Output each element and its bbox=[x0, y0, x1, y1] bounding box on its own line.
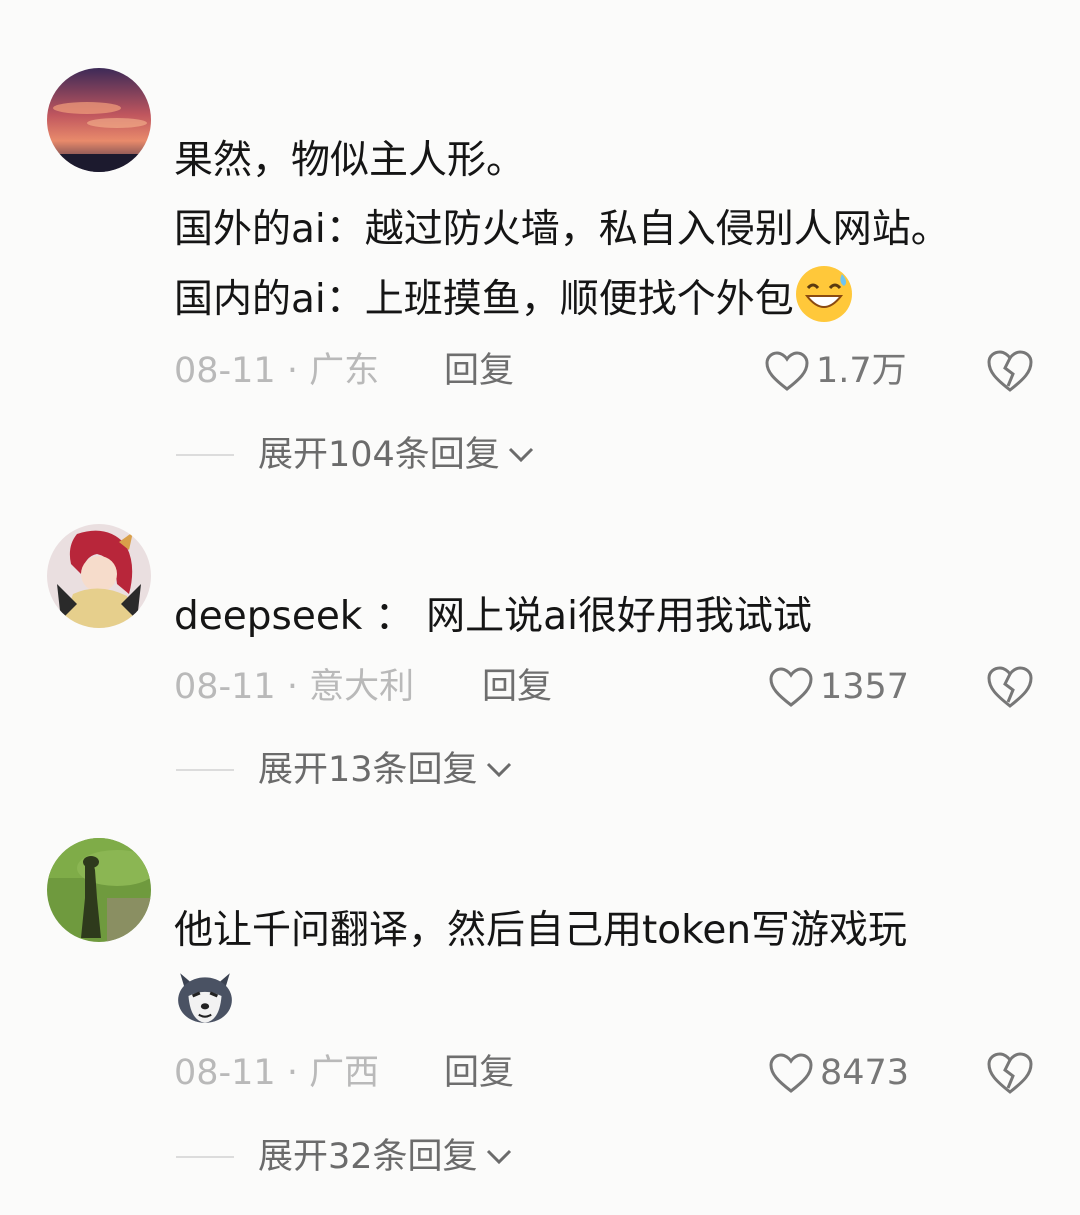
heart-outline-icon bbox=[769, 1053, 813, 1093]
avatar[interactable] bbox=[47, 838, 151, 942]
comment-meta: 08-11 · 广西 回复 8473 bbox=[174, 1048, 1034, 1098]
comment-location: · 广东 bbox=[286, 351, 380, 391]
broken-heart-icon bbox=[987, 666, 1033, 708]
expand-replies-button[interactable]: 展开104条回复 bbox=[176, 430, 536, 480]
comment-meta: 08-11 · 广东 回复 1.7万 bbox=[174, 346, 1034, 396]
heart-outline-icon bbox=[769, 667, 813, 707]
grinning-sweat-emoji bbox=[795, 266, 852, 322]
comment-date: 08-11 bbox=[174, 667, 276, 707]
comment-date-location: 08-11 · 广西 bbox=[174, 1048, 379, 1098]
broken-heart-icon bbox=[987, 350, 1033, 392]
expand-replies-label: 展开13条回复 bbox=[258, 750, 478, 790]
like-button[interactable]: 1357 bbox=[768, 662, 909, 712]
expand-replies-label: 展开32条回复 bbox=[258, 1137, 478, 1177]
reply-button[interactable]: 回复 bbox=[444, 1048, 514, 1098]
comment-line-wrap bbox=[174, 965, 1054, 1040]
like-count: 1357 bbox=[820, 667, 910, 707]
comment-line: deepseek ： 网上说ai很好用我试试 bbox=[174, 594, 812, 639]
divider bbox=[176, 769, 234, 771]
comment-date: 08-11 bbox=[174, 351, 276, 391]
reply-button[interactable]: 回复 bbox=[482, 662, 552, 712]
like-button[interactable]: 8473 bbox=[768, 1048, 909, 1098]
avatar[interactable] bbox=[47, 524, 151, 628]
comment-body: 他让千问翻译，然后自己用token写游戏玩 bbox=[174, 896, 1054, 1040]
divider bbox=[176, 454, 234, 456]
comment-line-wrap: 国内的ai：上班摸鱼，顺便找个外包 bbox=[174, 264, 1054, 333]
comment-date-location: 08-11 · 广东 bbox=[174, 346, 379, 396]
divider bbox=[176, 1156, 234, 1158]
husky-dog-emoji bbox=[178, 973, 232, 1023]
heart-outline-icon bbox=[765, 351, 809, 391]
like-count: 1.7万 bbox=[816, 351, 907, 391]
comment-body: 果然，物似主人形。 国外的ai：越过防火墙，私自入侵别人网站。 国内的ai：上班… bbox=[174, 126, 1054, 333]
chevron-down-icon bbox=[486, 1149, 511, 1165]
like-count: 8473 bbox=[820, 1053, 910, 1093]
comment-body: deepseek ： 网上说ai很好用我试试 bbox=[174, 582, 1054, 651]
comment-meta: 08-11 · 意大利 回复 1357 bbox=[174, 662, 1034, 712]
chevron-down-icon bbox=[486, 762, 511, 778]
comment-date: 08-11 bbox=[174, 1053, 276, 1093]
comment-line: 国外的ai：越过防火墙，私自入侵别人网站。 bbox=[174, 207, 950, 252]
expand-replies-label: 展开104条回复 bbox=[258, 435, 500, 475]
expand-replies-button[interactable]: 展开32条回复 bbox=[176, 1132, 514, 1182]
dislike-button[interactable] bbox=[986, 348, 1034, 394]
broken-heart-icon bbox=[987, 1052, 1033, 1094]
expand-replies-button[interactable]: 展开13条回复 bbox=[176, 745, 514, 795]
dislike-button[interactable] bbox=[986, 664, 1034, 710]
dislike-button[interactable] bbox=[986, 1050, 1034, 1096]
chevron-down-icon bbox=[508, 447, 533, 463]
comment-location: · 广西 bbox=[286, 1053, 380, 1093]
comment-line: 果然，物似主人形。 bbox=[174, 138, 526, 183]
avatar[interactable] bbox=[47, 68, 151, 172]
comment-line: 国内的ai：上班摸鱼，顺便找个外包 bbox=[174, 277, 794, 322]
comment-location: · 意大利 bbox=[286, 667, 415, 707]
comment-list: 果然，物似主人形。 国外的ai：越过防火墙，私自入侵别人网站。 国内的ai：上班… bbox=[0, 0, 1080, 1215]
comment-date-location: 08-11 · 意大利 bbox=[174, 662, 414, 712]
comment-line: 他让千问翻译，然后自己用token写游戏玩 bbox=[174, 908, 908, 953]
reply-button[interactable]: 回复 bbox=[444, 346, 514, 396]
like-button[interactable]: 1.7万 bbox=[764, 346, 907, 396]
